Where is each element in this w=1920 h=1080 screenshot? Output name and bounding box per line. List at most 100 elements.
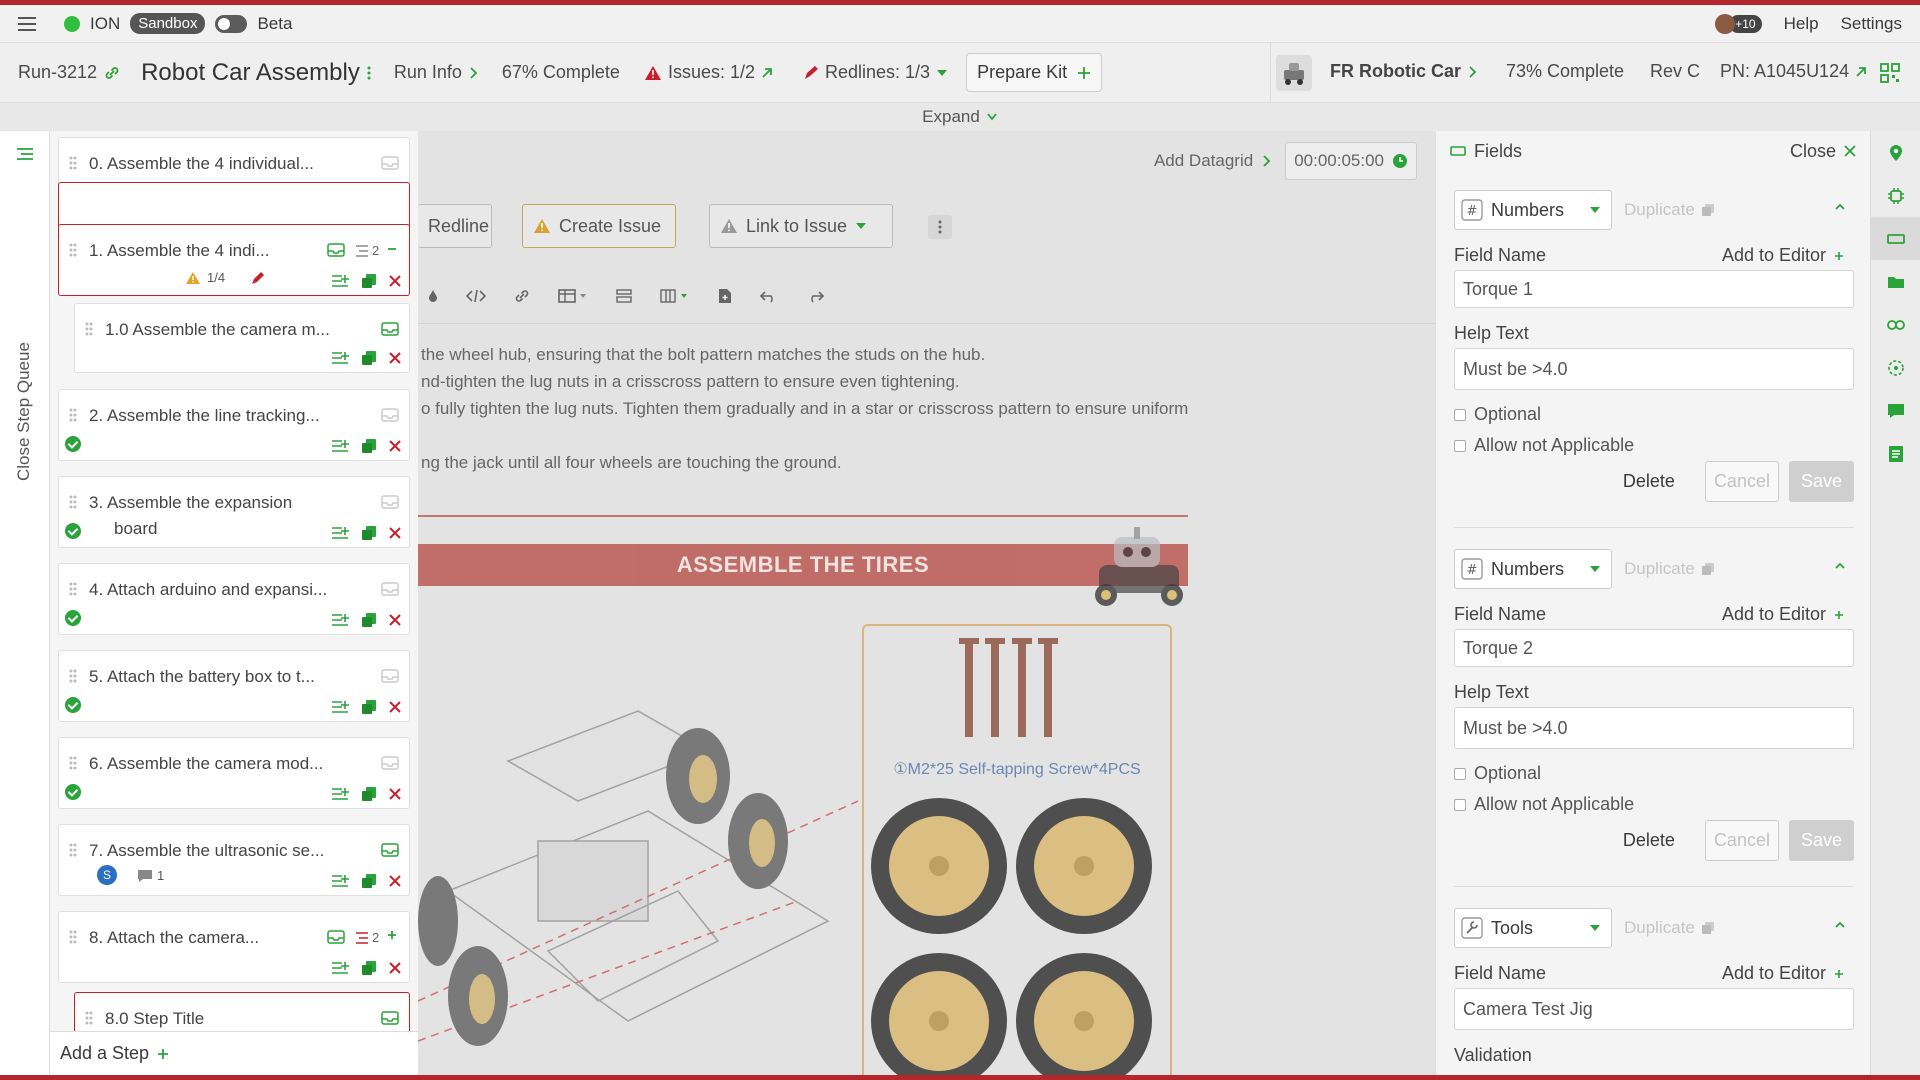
copy-icon[interactable] (361, 699, 377, 715)
link-to-issue-dropdown[interactable]: Link to Issue (709, 204, 893, 248)
chat-icon[interactable] (1871, 389, 1920, 432)
duplicate-button[interactable]: Duplicate (1624, 200, 1715, 220)
user-avatar[interactable] (1715, 13, 1736, 34)
redline-button[interactable]: Redline (418, 204, 492, 248)
drag-handle-icon[interactable] (69, 930, 77, 944)
step-card[interactable]: 2. Assemble the line tracking... (58, 389, 410, 461)
link-icon[interactable] (514, 288, 530, 304)
close-icon[interactable] (389, 275, 401, 287)
save-button[interactable]: Save (1788, 820, 1854, 861)
step-card[interactable]: 3. Assemble the expansion board (58, 476, 410, 548)
notes-icon[interactable] (1871, 432, 1920, 475)
run-id[interactable]: Run-3212 (18, 62, 121, 83)
copy-icon[interactable] (361, 612, 377, 628)
add-substep-icon[interactable] (331, 961, 349, 975)
duplicate-button[interactable]: Duplicate (1624, 559, 1715, 579)
help-text-input[interactable]: Must be >4.0 (1454, 707, 1854, 749)
copy-icon[interactable] (361, 960, 377, 976)
close-icon[interactable] (389, 962, 401, 974)
expand-toggle[interactable]: Expand (0, 103, 1920, 131)
comment-count[interactable]: 1 (137, 868, 164, 883)
field-name-input[interactable]: Torque 1 (1454, 270, 1854, 308)
help-text-input[interactable]: Must be >4.0 (1454, 348, 1854, 390)
close-step-queue-button[interactable]: Close Step Queue (14, 342, 34, 481)
checkbox[interactable] (1454, 767, 1466, 780)
field-type-select[interactable]: # Numbers (1454, 549, 1612, 589)
add-substep-icon[interactable] (331, 351, 349, 365)
optional-checkbox[interactable]: Optional (1454, 763, 1541, 784)
drag-handle-icon[interactable] (69, 156, 77, 170)
issues-link[interactable]: Issues: 1/2 (644, 62, 773, 83)
drag-handle-icon[interactable] (85, 322, 93, 336)
save-button[interactable]: Save (1788, 461, 1854, 502)
close-icon[interactable] (389, 788, 401, 800)
step-timer[interactable]: 00:00:05:00 (1285, 142, 1417, 180)
drag-handle-icon[interactable] (69, 669, 77, 683)
step-card[interactable]: 8. Attach the camera... 2 (58, 911, 410, 983)
more-vertical-icon[interactable] (928, 215, 952, 239)
file-add-icon[interactable] (718, 288, 732, 304)
target-icon[interactable] (1871, 346, 1920, 389)
settings-link[interactable]: Settings (1841, 14, 1902, 34)
cancel-button[interactable]: Cancel (1704, 820, 1779, 861)
chevron-up-icon[interactable] (1834, 920, 1846, 930)
close-icon[interactable] (389, 875, 401, 887)
copy-icon[interactable] (361, 350, 377, 366)
expand-icon[interactable] (387, 930, 397, 940)
redlines-dropdown[interactable]: Redlines: 1/3 (803, 62, 948, 83)
prepare-kit-button[interactable]: Prepare Kit (966, 53, 1103, 92)
list-icon[interactable] (16, 147, 34, 161)
close-icon[interactable] (389, 352, 401, 364)
add-datagrid-link[interactable]: Add Datagrid (1154, 151, 1271, 171)
more-vertical-icon[interactable] (366, 64, 372, 82)
field-input-icon[interactable] (1871, 217, 1920, 260)
add-to-editor-button[interactable]: Add to Editor (1722, 245, 1844, 266)
substep-card[interactable]: 1.0 Assemble the camera m... (74, 303, 410, 373)
drag-handle-icon[interactable] (69, 408, 77, 422)
chevron-up-icon[interactable] (1834, 202, 1846, 212)
help-link[interactable]: Help (1784, 14, 1819, 34)
copy-icon[interactable] (361, 525, 377, 541)
substep-card[interactable]: 8.0 Step Title (74, 992, 410, 1031)
optional-checkbox[interactable]: Optional (1454, 404, 1541, 425)
copy-icon[interactable] (361, 786, 377, 802)
layout-icon[interactable] (616, 289, 632, 303)
duplicate-button[interactable]: Duplicate (1624, 918, 1715, 938)
add-substep-icon[interactable] (331, 874, 349, 888)
drag-handle-icon[interactable] (69, 843, 77, 857)
drag-handle-icon[interactable] (69, 756, 77, 770)
copy-icon[interactable] (361, 438, 377, 454)
code-icon[interactable] (466, 289, 486, 303)
field-name-input[interactable]: Torque 2 (1454, 629, 1854, 667)
delete-button[interactable]: Delete (1623, 471, 1675, 492)
add-substep-icon[interactable] (331, 787, 349, 801)
allow-na-checkbox[interactable]: Allow not Applicable (1454, 794, 1634, 815)
part-number[interactable]: PN: A1045U124 (1720, 61, 1867, 82)
drag-handle-icon[interactable] (85, 1011, 93, 1025)
collapse-icon[interactable] (387, 244, 397, 254)
checkbox[interactable] (1454, 408, 1466, 421)
link-icon[interactable] (1871, 303, 1920, 346)
checkbox[interactable] (1454, 439, 1466, 452)
checkbox[interactable] (1454, 798, 1466, 811)
field-type-select[interactable]: Tools (1454, 908, 1612, 948)
field-name-input[interactable]: Camera Test Jig (1454, 988, 1854, 1030)
columns-icon[interactable] (660, 289, 690, 303)
close-icon[interactable] (389, 440, 401, 452)
add-to-editor-button[interactable]: Add to Editor (1722, 604, 1844, 625)
drag-handle-icon[interactable] (69, 243, 77, 257)
field-type-select[interactable]: # Numbers (1454, 190, 1612, 230)
copy-icon[interactable] (361, 873, 377, 889)
run-info-link[interactable]: Run Info (394, 62, 478, 83)
undo-icon[interactable] (760, 289, 778, 303)
add-substep-icon[interactable] (331, 613, 349, 627)
add-substep-icon[interactable] (331, 274, 349, 288)
table-icon[interactable] (558, 289, 588, 303)
step-card[interactable]: 7. Assemble the ultrasonic se... S 1 (58, 824, 410, 896)
drop-icon[interactable] (428, 289, 438, 303)
add-step-button[interactable]: Add a Step (50, 1031, 418, 1075)
allow-na-checkbox[interactable]: Allow not Applicable (1454, 435, 1634, 456)
redo-icon[interactable] (806, 289, 824, 303)
drag-handle-icon[interactable] (69, 582, 77, 596)
menu-icon[interactable] (18, 16, 38, 32)
